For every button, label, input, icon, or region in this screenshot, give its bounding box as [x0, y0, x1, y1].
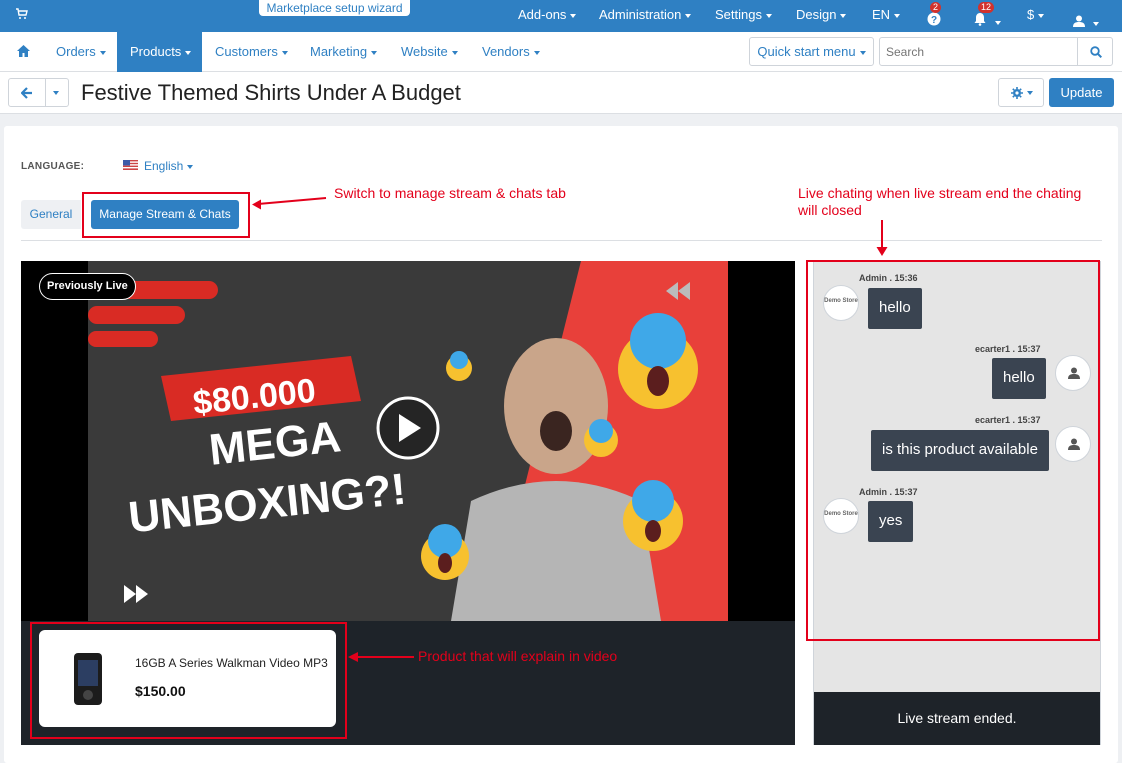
- language-value: English: [144, 159, 184, 173]
- us-flag-icon: [123, 160, 138, 170]
- annotation-switch-tab: Switch to manage stream & chats tab: [334, 185, 566, 201]
- user-icon: [1073, 15, 1085, 27]
- main-nav: Orders Products Customers Marketing Webs…: [0, 32, 1122, 72]
- annotation-arrow-tab: [252, 197, 327, 210]
- tab-vendors-label: Vendors: [482, 44, 530, 59]
- annotation-product: Product that will explain in video: [418, 648, 618, 664]
- help-badge: 2: [930, 2, 942, 13]
- search-icon: [1090, 46, 1102, 58]
- annotation-box-tab: [82, 192, 250, 238]
- design-menu-label: Design: [796, 7, 837, 22]
- back-button[interactable]: [8, 78, 46, 107]
- language-menu[interactable]: EN: [872, 0, 901, 32]
- svg-text:?: ?: [931, 15, 937, 26]
- bell-icon: [974, 13, 986, 26]
- settings-dropdown[interactable]: [998, 78, 1044, 107]
- help-icon: ?: [927, 12, 941, 26]
- annotation-live-chat: Live chating when live stream end the ch…: [798, 185, 1082, 218]
- addons-menu[interactable]: Add-ons: [518, 0, 577, 32]
- tab-website[interactable]: Website: [401, 32, 458, 72]
- language-menu-label: EN: [872, 7, 891, 22]
- tab-products-label: Products: [130, 44, 182, 59]
- divider: [21, 240, 1102, 241]
- tab-website-label: Website: [401, 44, 448, 59]
- tab-products[interactable]: Products: [117, 32, 202, 72]
- administration-menu-label: Administration: [599, 7, 682, 22]
- annotation-arrow-product: [348, 652, 414, 662]
- quick-start-label: Quick start menu: [757, 44, 856, 59]
- design-menu[interactable]: Design: [796, 0, 847, 32]
- marketplace-wizard-button[interactable]: Marketplace setup wizard: [259, 0, 410, 16]
- previously-live-badge: Previously Live: [39, 273, 136, 300]
- quick-start-menu[interactable]: Quick start menu: [749, 37, 874, 66]
- video-thumbnail: [88, 261, 728, 621]
- cart-icon[interactable]: [16, 8, 28, 20]
- gear-icon: [1011, 87, 1023, 99]
- language-selector[interactable]: English: [144, 159, 194, 173]
- search-input[interactable]: [879, 37, 1078, 66]
- tab-customers-label: Customers: [215, 44, 278, 59]
- home-icon[interactable]: [17, 45, 30, 57]
- search-button[interactable]: [1077, 37, 1113, 66]
- back-dropdown[interactable]: [45, 78, 69, 107]
- tab-vendors[interactable]: Vendors: [482, 32, 540, 72]
- administration-menu[interactable]: Administration: [599, 0, 692, 32]
- currency-label: $: [1027, 7, 1035, 22]
- stream-ended-notice: Live stream ended.: [814, 692, 1100, 745]
- tab-general[interactable]: General: [21, 200, 81, 229]
- tab-customers[interactable]: Customers: [215, 32, 288, 72]
- settings-menu[interactable]: Settings: [715, 0, 772, 32]
- update-button[interactable]: Update: [1049, 78, 1114, 107]
- annotation-box-product: [30, 622, 347, 739]
- tab-orders-label: Orders: [56, 44, 96, 59]
- currency-menu[interactable]: $: [1027, 0, 1045, 32]
- notifications-badge: 12: [978, 2, 995, 13]
- annotation-box-chat: [806, 260, 1100, 641]
- video-player[interactable]: $80.000 MEGA UNBOXING?! Previously Live: [21, 261, 795, 621]
- annotation-arrow-chat: [876, 220, 888, 256]
- tab-marketing[interactable]: Marketing: [310, 32, 378, 72]
- tab-orders[interactable]: Orders: [56, 32, 106, 72]
- settings-menu-label: Settings: [715, 7, 762, 22]
- top-bar: Marketplace setup wizard Add-ons Adminis…: [0, 0, 1122, 32]
- language-label: LANGUAGE:: [21, 161, 85, 172]
- title-bar: Festive Themed Shirts Under A Budget Upd…: [0, 72, 1122, 114]
- user-menu[interactable]: [1073, 8, 1099, 27]
- addons-menu-label: Add-ons: [518, 7, 567, 22]
- tab-marketing-label: Marketing: [310, 44, 368, 59]
- page-title: Festive Themed Shirts Under A Budget: [81, 80, 461, 105]
- arrow-left-icon: [21, 87, 32, 99]
